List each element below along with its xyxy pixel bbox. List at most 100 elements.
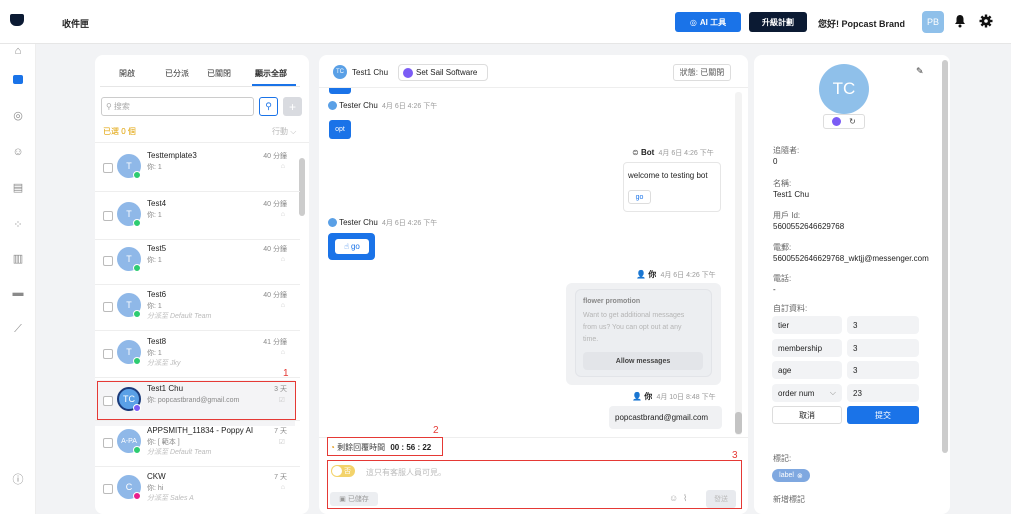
chat-icon[interactable]: ▬ bbox=[11, 286, 25, 300]
submit-button[interactable]: 提交 bbox=[847, 406, 919, 424]
profile-scrollbar[interactable] bbox=[942, 60, 948, 453]
followers-value: 0 bbox=[773, 157, 778, 166]
contact-avatar: TC bbox=[333, 65, 347, 79]
custom-field-key[interactable]: age bbox=[772, 361, 842, 379]
allow-messages-button[interactable]: Allow messages bbox=[583, 352, 703, 370]
action-dropdown[interactable]: 行動 ⌵ bbox=[272, 126, 296, 137]
analytics-icon[interactable]: ⟋ bbox=[11, 322, 25, 336]
name-label: 名稱: bbox=[773, 179, 792, 188]
lock-icon: ⌂ bbox=[280, 484, 285, 491]
list-item[interactable]: T Test4 你: 1 40 分鐘 ⌂ bbox=[95, 195, 295, 241]
list-item[interactable]: T Test5 你: 1 40 分鐘 ⌂ bbox=[95, 240, 295, 286]
document-icon[interactable]: ▥ bbox=[11, 251, 25, 265]
tab-show-all[interactable]: 顯示全部 bbox=[255, 68, 287, 79]
bot-icon[interactable]: ☺ bbox=[11, 145, 25, 159]
channel-badge-icon bbox=[133, 357, 141, 365]
add-tag-label[interactable]: 新增標記 bbox=[773, 494, 805, 505]
list-item[interactable]: T Testtemplate3 你: 1 40 分鐘 ⌂ bbox=[95, 147, 295, 193]
assigned-to: 分派至 Default Team bbox=[147, 313, 212, 320]
user-avatar[interactable]: PB bbox=[922, 11, 944, 33]
contact-name: APPSMITH_11834 - Poppy AI bbox=[147, 426, 254, 435]
custom-field-key[interactable]: membership bbox=[772, 339, 842, 357]
lock-icon: ⌂ bbox=[280, 302, 285, 309]
phone-value: - bbox=[773, 285, 776, 294]
tab-open[interactable]: 開啟 bbox=[119, 68, 135, 79]
chat-scrollbar[interactable] bbox=[735, 412, 742, 434]
assigned-to: 分派至 Sales A bbox=[147, 495, 194, 502]
refresh-icon[interactable]: ↻ bbox=[849, 117, 856, 126]
channel-badge-icon bbox=[133, 264, 141, 272]
add-button[interactable]: + bbox=[283, 97, 302, 116]
last-message: 你: hi bbox=[147, 485, 164, 492]
tags-label: 標記: bbox=[773, 454, 792, 463]
filter-button[interactable]: ⚲ bbox=[259, 97, 278, 116]
followers-label: 追隨者: bbox=[773, 146, 800, 155]
custom-field-key[interactable]: tier bbox=[772, 316, 842, 334]
channel-chip[interactable]: ↻ bbox=[823, 114, 865, 129]
messenger-icon bbox=[403, 67, 413, 78]
last-message: 你: 1 bbox=[147, 303, 162, 310]
row-checkbox[interactable] bbox=[103, 484, 113, 494]
edit-icon[interactable]: ✎ bbox=[916, 66, 924, 77]
custom-field-key-select[interactable]: order num ⌵ bbox=[772, 384, 842, 402]
you-message-header: 👤 你 4月 6日 4:26 下午 bbox=[636, 270, 716, 279]
upgrade-button[interactable]: 升級計劃 bbox=[749, 12, 807, 32]
bell-icon[interactable] bbox=[954, 14, 966, 28]
channel-badge-icon bbox=[133, 492, 141, 500]
info-icon[interactable]: ⓘ bbox=[11, 472, 25, 486]
promo-title: flower promotion bbox=[583, 298, 641, 305]
row-divider bbox=[95, 330, 300, 331]
annotation-number-2: 2 bbox=[433, 425, 439, 436]
conversation-time: 41 分鐘 bbox=[263, 339, 287, 346]
contact-name: Test1 Chu bbox=[352, 68, 389, 77]
tester-go-button[interactable]: ☝ go bbox=[335, 239, 369, 254]
custom-field-value[interactable]: 23 bbox=[847, 384, 919, 402]
broadcast-icon[interactable]: ◎ bbox=[11, 108, 25, 122]
assigned-to: 分派至 Default Team bbox=[147, 449, 212, 456]
ai-tools-button[interactable]: ◎ AI 工具 bbox=[675, 12, 741, 32]
page-chip[interactable]: Set Sail Software bbox=[398, 64, 488, 81]
userid-value: 5600552646629768 bbox=[773, 222, 845, 231]
inbox-icon[interactable] bbox=[11, 72, 25, 86]
conversation-time: 40 分鐘 bbox=[263, 292, 287, 299]
you-message-text: popcastbrand@gmail.com bbox=[615, 413, 709, 422]
chevron-down-icon: ⌵ bbox=[829, 388, 836, 397]
contacts-icon[interactable]: ▤ bbox=[11, 180, 25, 194]
tester-avatar-icon bbox=[328, 101, 337, 111]
hand-pointer-icon: ☝ bbox=[344, 242, 349, 251]
row-checkbox[interactable] bbox=[103, 163, 113, 173]
filter-icon: ⚲ bbox=[265, 101, 272, 111]
row-checkbox[interactable] bbox=[103, 438, 113, 448]
opt-button[interactable]: opt bbox=[329, 120, 351, 139]
list-item[interactable]: C CKW 你: hi 分派至 Sales A7 天 ⌂ bbox=[95, 468, 295, 514]
home-icon[interactable]: ⌂ bbox=[11, 44, 25, 58]
list-item[interactable]: A-PA APPSMITH_11834 - Poppy AI 你: [ 範本 ] 分派… bbox=[95, 422, 295, 468]
last-message: 你: [ 範本 ] bbox=[147, 439, 180, 446]
row-checkbox[interactable] bbox=[103, 349, 113, 359]
tab-assigned[interactable]: 已分派 bbox=[165, 68, 189, 79]
annotation-box-1 bbox=[97, 381, 296, 420]
contact-name: Test4 bbox=[147, 199, 167, 208]
cancel-button[interactable]: 取消 bbox=[772, 406, 842, 424]
top-bar: 收件匣 ◎ AI 工具 升級計劃 您好! Popcast Brand PB bbox=[0, 0, 1011, 44]
lock-icon: ⌂ bbox=[280, 349, 285, 356]
tag-chip[interactable]: label ⊗ bbox=[772, 469, 810, 482]
search-input[interactable]: ⚲ 搜索 bbox=[101, 97, 254, 116]
tester-message-header: Tester Chu 4月 6日 4:26 下午 bbox=[328, 101, 437, 111]
custom-field-value[interactable]: 3 bbox=[847, 361, 919, 379]
row-checkbox[interactable] bbox=[103, 256, 113, 266]
list-item[interactable]: T Test8 你: 1 分派至 Jky 41 分鐘 ⌂ bbox=[95, 333, 295, 379]
bot-go-button[interactable]: go bbox=[628, 190, 651, 204]
list-item[interactable]: T Test6 你: 1 分派至 Default Team 40 分鐘 ⌂ bbox=[95, 286, 295, 332]
gear-icon[interactable] bbox=[979, 14, 993, 28]
custom-field-value[interactable]: 3 bbox=[847, 339, 919, 357]
flow-icon[interactable]: ⁘ bbox=[11, 217, 25, 231]
phone-label: 電話: bbox=[773, 274, 792, 283]
custom-field-value[interactable]: 3 bbox=[847, 316, 919, 334]
chevron-down-icon: ⌵ bbox=[290, 127, 297, 136]
conversation-scrollbar[interactable] bbox=[299, 158, 305, 216]
close-icon[interactable]: ⊗ bbox=[797, 472, 803, 480]
row-checkbox[interactable] bbox=[103, 211, 113, 221]
row-checkbox[interactable] bbox=[103, 302, 113, 312]
tab-closed[interactable]: 已關閉 bbox=[207, 68, 231, 79]
